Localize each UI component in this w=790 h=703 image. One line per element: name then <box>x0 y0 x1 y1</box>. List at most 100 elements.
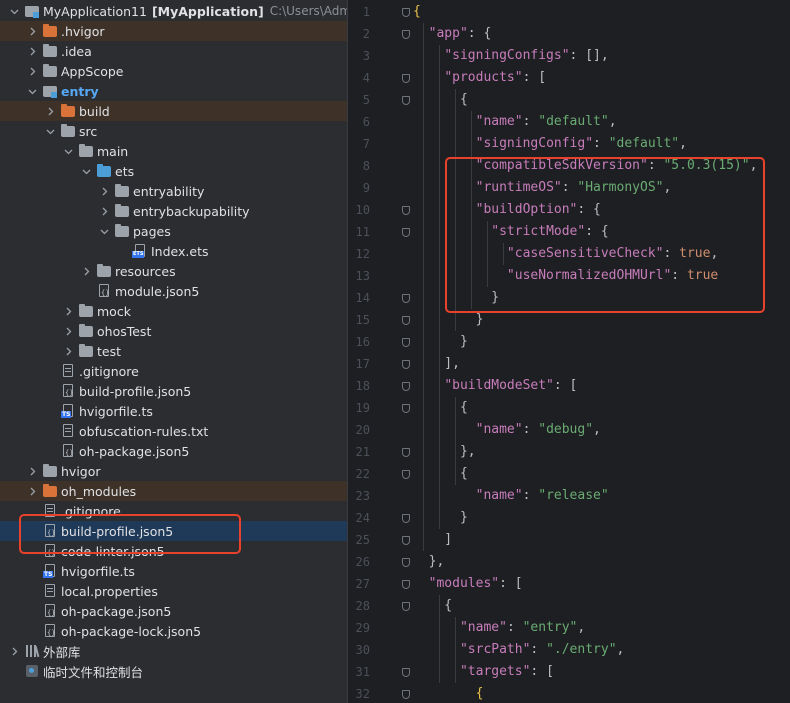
tree-item[interactable]: .gitignore <box>0 361 347 381</box>
chevron-right-icon[interactable] <box>98 203 110 219</box>
fold-marker-icon[interactable] <box>402 360 410 369</box>
code-line[interactable]: "modules": [ <box>413 573 523 595</box>
code-line[interactable]: { <box>413 683 484 703</box>
tree-item[interactable]: src <box>0 121 347 141</box>
tree-item[interactable]: entrybackupability <box>0 201 347 221</box>
fold-marker-icon[interactable] <box>402 338 410 347</box>
chevron-down-icon[interactable] <box>26 83 38 99</box>
code-line[interactable]: "targets": [ <box>413 661 554 683</box>
chevron-right-icon[interactable] <box>62 303 74 319</box>
tree-item[interactable]: oh-package.json5 <box>0 601 347 621</box>
chevron-right-icon[interactable] <box>26 463 38 479</box>
tree-item[interactable]: 临时文件和控制台 <box>0 661 347 681</box>
code-line[interactable]: } <box>413 507 468 529</box>
tree-item[interactable]: .hvigor <box>0 21 347 41</box>
fold-marker-icon[interactable] <box>402 514 410 523</box>
tree-item[interactable]: AppScope <box>0 61 347 81</box>
code-line[interactable]: { <box>413 397 468 419</box>
code-line[interactable]: "name": "entry", <box>413 617 585 639</box>
fold-marker-icon[interactable] <box>402 404 410 413</box>
code-line[interactable]: { <box>413 89 468 111</box>
tree-item[interactable]: hvigorfile.ts <box>0 561 347 581</box>
fold-marker-icon[interactable] <box>402 294 410 303</box>
tree-item[interactable]: test <box>0 341 347 361</box>
line-number: 10 <box>355 203 370 217</box>
chevron-right-icon[interactable] <box>44 103 56 119</box>
fold-marker-icon[interactable] <box>402 96 410 105</box>
chevron-right-icon[interactable] <box>80 263 92 279</box>
chevron-right-icon[interactable] <box>62 343 74 359</box>
chevron-down-icon[interactable] <box>44 123 56 139</box>
chevron-right-icon[interactable] <box>26 63 38 79</box>
chevron-right-icon[interactable] <box>98 183 110 199</box>
tree-item[interactable]: entryability <box>0 181 347 201</box>
code-line[interactable]: "name": "release" <box>413 485 609 507</box>
code-line[interactable]: "products": [ <box>413 67 546 89</box>
tree-item[interactable]: oh-package-lock.json5 <box>0 621 347 641</box>
chevron-down-icon[interactable] <box>80 163 92 179</box>
code-line[interactable]: "buildModeSet": [ <box>413 375 577 397</box>
fold-marker-icon[interactable] <box>402 690 410 699</box>
fold-marker-icon[interactable] <box>402 382 410 391</box>
tree-item[interactable]: obfuscation-rules.txt <box>0 421 347 441</box>
tree-item[interactable]: resources <box>0 261 347 281</box>
tree-item[interactable]: oh-package.json5 <box>0 441 347 461</box>
tree-item[interactable]: pages <box>0 221 347 241</box>
tree-item[interactable]: entry <box>0 81 347 101</box>
code-line[interactable]: "srcPath": "./entry", <box>413 639 624 661</box>
fold-marker-icon[interactable] <box>402 8 410 17</box>
fold-marker-icon[interactable] <box>402 470 410 479</box>
fold-marker-icon[interactable] <box>402 536 410 545</box>
code-line[interactable]: "name": "debug", <box>413 419 601 441</box>
chevron-right-icon[interactable] <box>26 23 38 39</box>
tree-item[interactable]: ets <box>0 161 347 181</box>
chevron-right-icon[interactable] <box>26 43 38 59</box>
code-line[interactable]: { <box>413 595 452 617</box>
code-line[interactable]: }, <box>413 441 476 463</box>
json-file-icon <box>42 623 58 639</box>
code-editor[interactable]: 1{2 "app": {3 "signingConfigs": [], 4 "pr… <box>347 0 790 703</box>
tree-item[interactable]: main <box>0 141 347 161</box>
tree-item[interactable]: local.properties <box>0 581 347 601</box>
chevron-down-icon[interactable] <box>8 3 20 19</box>
code-line[interactable]: } <box>413 331 468 353</box>
tree-item[interactable]: .idea <box>0 41 347 61</box>
tree-item[interactable]: ohosTest <box>0 321 347 341</box>
tree-item[interactable]: build-profile.json5 <box>0 381 347 401</box>
chevron-right-icon[interactable] <box>62 323 74 339</box>
tree-item[interactable]: hvigor <box>0 461 347 481</box>
fold-marker-icon[interactable] <box>402 602 410 611</box>
code-line[interactable]: "signingConfig": "default", <box>413 133 687 155</box>
fold-marker-icon[interactable] <box>402 206 410 215</box>
code-line[interactable]: ] <box>413 529 452 551</box>
code-line[interactable]: ], <box>413 353 460 375</box>
code-line[interactable]: "name": "default", <box>413 111 617 133</box>
fold-marker-icon[interactable] <box>402 74 410 83</box>
tree-item[interactable]: Index.ets <box>0 241 347 261</box>
tree-item[interactable]: hvigorfile.ts <box>0 401 347 421</box>
project-module-name: [MyApplication] <box>151 3 264 19</box>
code-line[interactable]: { <box>413 463 468 485</box>
code-line[interactable]: "signingConfigs": [], <box>413 45 608 67</box>
chevron-down-icon[interactable] <box>62 143 74 159</box>
tree-item[interactable]: mock <box>0 301 347 321</box>
code-line[interactable]: { <box>413 1 421 23</box>
fold-marker-icon[interactable] <box>402 580 410 589</box>
fold-marker-icon[interactable] <box>402 448 410 457</box>
code-line[interactable]: }, <box>413 551 445 573</box>
chevron-right-icon[interactable] <box>8 643 20 659</box>
fold-marker-icon[interactable] <box>402 228 410 237</box>
tree-item[interactable]: MyApplication11 [MyApplication] C:\Users\A… <box>0 1 347 21</box>
fold-marker-icon[interactable] <box>402 30 410 39</box>
tree-item[interactable]: 外部库 <box>0 641 347 661</box>
fold-marker-icon[interactable] <box>402 668 410 677</box>
chevron-down-icon[interactable] <box>98 223 110 239</box>
fold-marker-icon[interactable] <box>402 316 410 325</box>
tree-item[interactable]: oh_modules <box>0 481 347 501</box>
tree-item[interactable]: module.json5 <box>0 281 347 301</box>
fold-marker-icon[interactable] <box>402 558 410 567</box>
tree-item[interactable]: build <box>0 101 347 121</box>
chevron-right-icon[interactable] <box>26 483 38 499</box>
json-punctuation: , <box>679 136 687 151</box>
code-line[interactable]: "app": { <box>413 23 492 45</box>
